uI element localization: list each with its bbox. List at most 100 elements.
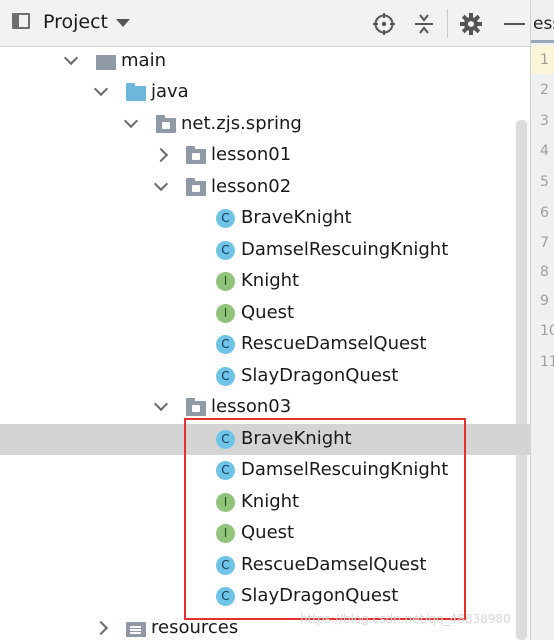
chevron-right-icon[interactable] [93, 620, 109, 636]
line-number: 1 [540, 52, 549, 68]
tree-item-label: DamselRescuingKnight [241, 459, 449, 480]
resources-folder-icon [126, 619, 146, 637]
watermark: https://blog.csdn.net/qq_48838980 [300, 612, 511, 626]
folder-icon [96, 52, 116, 70]
tree-item-label: RescueDamselQuest [241, 333, 427, 354]
dropdown-caret-icon[interactable] [116, 19, 130, 27]
editor-tab-label[interactable]: ess [533, 14, 554, 34]
tree-row[interactable]: I Quest [0, 298, 530, 329]
class-icon: C [216, 430, 235, 449]
tree-item-label: lesson01 [211, 144, 292, 165]
tree-item-label: SlayDragonQuest [241, 585, 399, 606]
class-icon-glyph: C [216, 430, 235, 449]
tree-row[interactable]: I Knight [0, 266, 530, 297]
tree-row[interactable]: C SlayDragonQuest [0, 581, 530, 612]
editor-gutter: ess 1 2 3 4 5 6 7 8 9 10 11 [530, 0, 554, 640]
class-icon-glyph: C [216, 461, 235, 480]
line-number: 7 [540, 235, 549, 251]
toolbar-separator [447, 9, 448, 38]
tree-row[interactable]: net.zjs.spring [0, 109, 530, 140]
interface-icon: I [216, 304, 235, 323]
interface-icon: I [216, 272, 235, 291]
resources-folder-icon-glyph [126, 622, 146, 637]
tree-item-label: BraveKnight [241, 207, 352, 228]
class-icon: C [216, 241, 235, 260]
interface-icon: I [216, 493, 235, 512]
tree-item-label: DamselRescuingKnight [241, 239, 449, 260]
project-toolbar: Project [0, 0, 530, 47]
project-view-title[interactable]: Project [43, 11, 108, 33]
tree-item-label: Quest [241, 522, 295, 543]
tree-item-label: Quest [241, 302, 295, 323]
chevron-down-icon[interactable] [123, 113, 139, 129]
class-icon: C [216, 209, 235, 228]
tree-row[interactable]: C DamselRescuingKnight [0, 235, 530, 266]
class-icon: C [216, 367, 235, 386]
class-icon-glyph: C [216, 367, 235, 386]
tree-row[interactable]: C BraveKnight [0, 203, 530, 234]
collapse-all-icon[interactable] [412, 12, 436, 36]
chevron-down-icon[interactable] [153, 396, 169, 412]
line-number: 5 [540, 174, 549, 190]
tree-row[interactable]: I Knight [0, 487, 530, 518]
locate-crosshair-icon[interactable] [372, 12, 396, 36]
tree-item-label: Knight [241, 270, 300, 291]
source-folder-icon-glyph [126, 83, 146, 101]
package-icon-glyph [186, 178, 206, 196]
editor-tab-underline [531, 40, 554, 43]
tree-row[interactable]: C BraveKnight [0, 424, 530, 455]
package-icon [186, 398, 206, 416]
line-number: 10 [540, 323, 554, 339]
chevron-right-icon[interactable] [153, 147, 169, 163]
package-icon-glyph [186, 398, 206, 416]
chevron-down-icon[interactable] [93, 81, 109, 97]
tree-row[interactable]: I Quest [0, 518, 530, 549]
tree-row[interactable]: lesson02 [0, 172, 530, 203]
folder-icon-glyph [96, 55, 116, 70]
package-icon [186, 178, 206, 196]
interface-icon-glyph: I [216, 272, 235, 291]
class-icon: C [216, 556, 235, 575]
class-icon-glyph: C [216, 209, 235, 228]
package-icon [156, 115, 176, 133]
tree-row[interactable]: C SlayDragonQuest [0, 361, 530, 392]
tree-item-label: RescueDamselQuest [241, 554, 427, 575]
interface-icon-glyph: I [216, 524, 235, 543]
tree-item-label: lesson02 [211, 176, 292, 197]
tree-item-label: SlayDragonQuest [241, 365, 399, 386]
settings-gear-icon[interactable] [459, 12, 483, 36]
chevron-down-icon[interactable] [153, 176, 169, 192]
package-icon [186, 146, 206, 164]
chevron-down-icon[interactable] [63, 50, 79, 66]
line-number: 2 [540, 82, 549, 98]
tree-row[interactable]: C RescueDamselQuest [0, 329, 530, 360]
class-icon: C [216, 335, 235, 354]
package-icon-glyph [156, 115, 176, 133]
class-icon: C [216, 461, 235, 480]
line-number: 9 [540, 293, 549, 309]
class-icon-glyph: C [216, 241, 235, 260]
tree-item-label: resources [151, 617, 239, 638]
line-number: 6 [540, 205, 549, 221]
hide-minus-icon[interactable] [501, 12, 525, 36]
tree-row[interactable]: lesson03 [0, 392, 530, 423]
line-number: 3 [540, 113, 549, 129]
interface-icon-glyph: I [216, 304, 235, 323]
class-icon-glyph: C [216, 335, 235, 354]
tree-row[interactable]: C RescueDamselQuest [0, 550, 530, 581]
tree-item-label: main [121, 50, 166, 71]
tree-row[interactable]: C DamselRescuingKnight [0, 455, 530, 486]
tree-row[interactable]: lesson01 [0, 140, 530, 171]
interface-icon: I [216, 524, 235, 543]
interface-icon-glyph: I [216, 493, 235, 512]
line-number: 11 [540, 354, 554, 370]
class-icon: C [216, 587, 235, 606]
tree-item-label: BraveKnight [241, 428, 352, 449]
class-icon-glyph: C [216, 556, 235, 575]
tree-row[interactable]: main [0, 46, 530, 77]
tree-item-label: lesson03 [211, 396, 292, 417]
package-icon-glyph [186, 146, 206, 164]
class-icon-glyph: C [216, 587, 235, 606]
tree-row[interactable]: java [0, 77, 530, 108]
project-view-icon [12, 13, 30, 29]
